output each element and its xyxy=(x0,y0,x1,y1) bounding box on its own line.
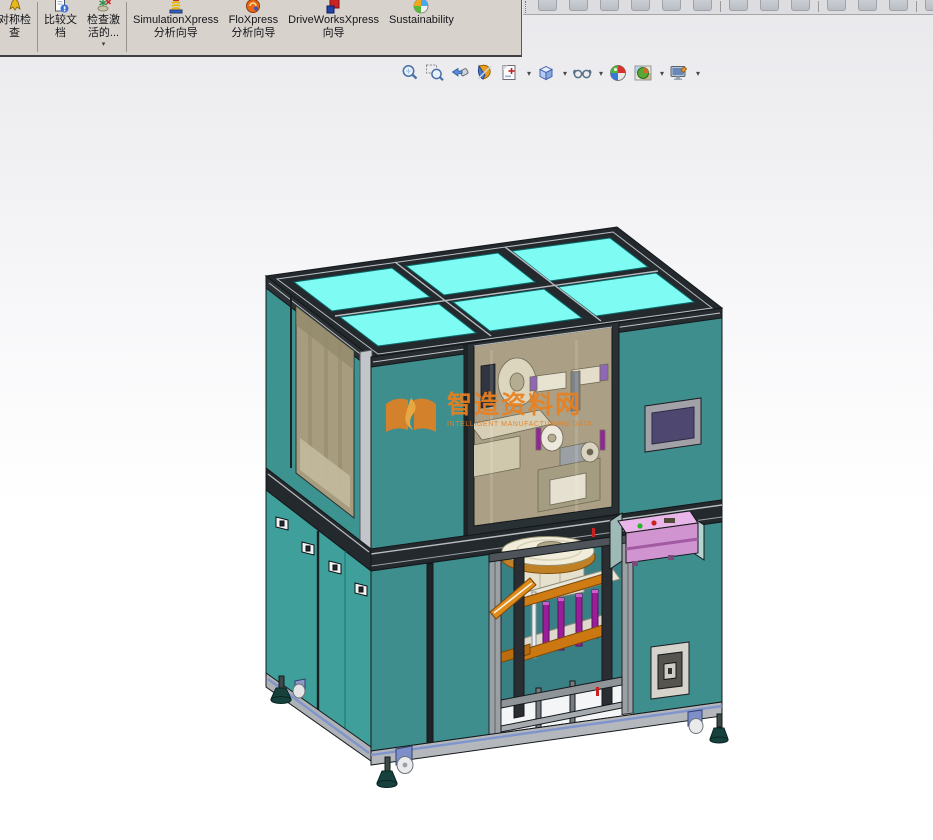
toolbar-grip-handle[interactable] xyxy=(525,1,529,13)
disabled-icon xyxy=(889,0,908,11)
symmetry-check-icon xyxy=(7,0,23,14)
zoom-to-fit-icon xyxy=(400,63,420,83)
toolbar-separator xyxy=(126,2,127,52)
driveworksxpress-icon xyxy=(326,0,342,14)
disabled-icon xyxy=(538,0,557,11)
view-settings-button[interactable] xyxy=(668,61,692,85)
caster-wheel xyxy=(396,746,413,774)
button-label: DriveWorksXpress xyxy=(288,14,379,27)
button-label: 档 xyxy=(55,27,66,40)
machine-model xyxy=(266,227,728,788)
disabled-icon xyxy=(662,0,681,11)
socket-plate xyxy=(651,642,689,699)
zoom-to-area-icon xyxy=(425,63,445,83)
button-label: Sustainability xyxy=(389,14,454,27)
disabled-icon xyxy=(631,0,650,11)
sustainability-button[interactable]: Sustainability xyxy=(384,0,459,57)
apply-scene-dropdown[interactable]: ▾ xyxy=(657,69,667,78)
apply-scene-icon xyxy=(633,63,653,83)
hide-show-items-button[interactable] xyxy=(571,61,595,85)
button-label: 对称检 xyxy=(0,14,31,27)
button-label: 比较文 xyxy=(44,14,77,27)
button-label: 向导 xyxy=(323,27,345,40)
floxpress-icon xyxy=(245,0,261,14)
display-style-icon xyxy=(536,63,556,83)
heads-up-toolbar: ▾ ▾ ▾ xyxy=(399,60,703,86)
hide-show-items-icon xyxy=(572,63,592,83)
toolbar-separator xyxy=(916,1,917,12)
edit-appearance-icon xyxy=(608,63,628,83)
compare-documents-button[interactable]: 比较文 档 xyxy=(39,0,82,57)
previous-view-button[interactable] xyxy=(449,61,473,85)
main-toolbar: 对称检 查 比较文 档 检查激 活的... ▾ xyxy=(0,0,522,57)
sustainability-icon xyxy=(413,0,429,14)
hmi-screen xyxy=(645,398,701,452)
disabled-icon xyxy=(693,0,712,11)
view-orientation-dropdown[interactable]: ▾ xyxy=(524,69,534,78)
disabled-icon xyxy=(760,0,779,11)
disabled-icon xyxy=(569,0,588,11)
view-settings-dropdown[interactable]: ▾ xyxy=(693,69,703,78)
display-style-dropdown[interactable]: ▾ xyxy=(560,69,570,78)
disabled-icon xyxy=(729,0,748,11)
check-active-icon xyxy=(96,0,112,14)
simulationxpress-button[interactable]: SimulationXpress 分析向导 xyxy=(128,0,224,57)
button-label: 查 xyxy=(9,27,20,40)
solidworks-window: 智造资料网 INTELLIGENT MANUFACTURING DATA 对称检… xyxy=(0,0,933,840)
hide-show-items-dropdown[interactable]: ▾ xyxy=(596,69,606,78)
button-label: 检查激 xyxy=(87,14,120,27)
disabled-icon xyxy=(925,0,933,11)
view-orientation-button[interactable] xyxy=(499,61,523,85)
display-style-button[interactable] xyxy=(535,61,559,85)
floxpress-button[interactable]: FloXpress 分析向导 xyxy=(224,0,284,57)
edit-appearance-button[interactable] xyxy=(607,61,631,85)
toolbar-separator xyxy=(720,1,721,12)
secondary-toolbar xyxy=(523,0,933,15)
section-view-icon xyxy=(475,63,495,83)
disabled-icon xyxy=(600,0,619,11)
simulationxpress-icon xyxy=(168,0,184,14)
chevron-down-icon[interactable]: ▾ xyxy=(102,41,106,48)
model-viewport[interactable] xyxy=(0,0,933,840)
button-label: 活的... xyxy=(88,27,119,40)
driveworksxpress-button[interactable]: DriveWorksXpress 向导 xyxy=(283,0,384,57)
toolbar-separator xyxy=(818,1,819,12)
button-label: 分析向导 xyxy=(154,27,198,40)
caster-wheel xyxy=(293,679,305,698)
disabled-icon xyxy=(791,0,810,11)
zoom-to-fit-button[interactable] xyxy=(399,61,423,85)
button-label: FloXpress xyxy=(229,14,279,27)
button-label: SimulationXpress xyxy=(133,14,219,27)
toolbar-separator xyxy=(37,2,38,52)
view-settings-icon xyxy=(669,63,689,83)
disabled-icon xyxy=(858,0,877,11)
section-view-button[interactable] xyxy=(474,61,498,85)
button-label: 分析向导 xyxy=(231,27,275,40)
apply-scene-button[interactable] xyxy=(632,61,656,85)
symmetry-check-button[interactable]: 对称检 查 xyxy=(0,0,36,57)
disabled-icon xyxy=(827,0,846,11)
leveling-foot xyxy=(710,714,728,743)
zoom-to-area-button[interactable] xyxy=(424,61,448,85)
check-active-button[interactable]: 检查激 活的... ▾ xyxy=(82,0,125,57)
compare-documents-icon xyxy=(53,0,69,14)
previous-view-icon xyxy=(450,63,470,83)
view-orientation-icon xyxy=(500,63,520,83)
caster-wheel xyxy=(688,710,703,734)
